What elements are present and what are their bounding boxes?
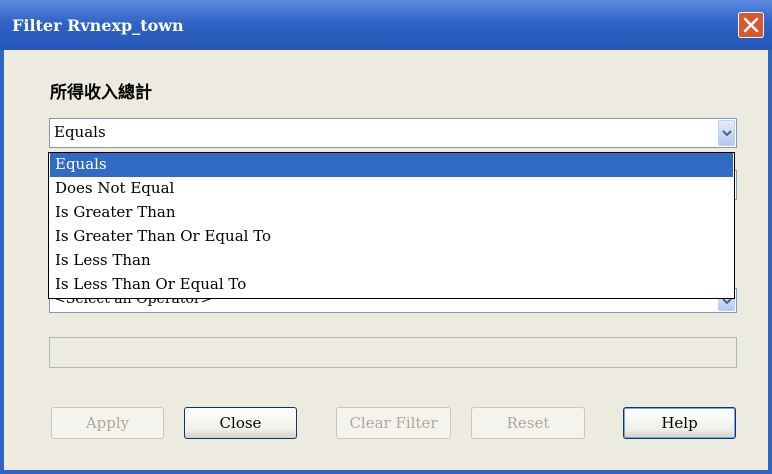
close-window-button[interactable]: [738, 12, 764, 38]
dropdown-option-less-than[interactable]: Is Less Than: [50, 249, 733, 273]
filter-dialog: Filter Rvnexp_town 所得收入總計 <Select an Ope…: [0, 0, 772, 474]
window-title: Filter Rvnexp_town: [12, 16, 184, 35]
close-icon: [743, 17, 759, 33]
dropdown-option-does-not-equal[interactable]: Does Not Equal: [50, 177, 733, 201]
operator-value: Equals: [54, 123, 106, 141]
title-bar[interactable]: Filter Rvnexp_town: [0, 0, 772, 50]
dropdown-option-equals[interactable]: Equals: [50, 153, 733, 177]
close-button[interactable]: Close: [184, 407, 297, 439]
clear-filter-button[interactable]: Clear Filter: [336, 407, 451, 439]
operator-dropdown-list: Equals Does Not Equal Is Greater Than Is…: [48, 152, 735, 299]
dropdown-option-greater-than[interactable]: Is Greater Than: [50, 201, 733, 225]
dropdown-option-less-or-equal[interactable]: Is Less Than Or Equal To: [50, 273, 733, 297]
dropdown-option-greater-or-equal[interactable]: Is Greater Than Or Equal To: [50, 225, 733, 249]
field-name-label: 所得收入總計: [50, 83, 152, 103]
help-button[interactable]: Help: [623, 407, 736, 439]
dialog-body: 所得收入總計 <Select an Operator> Equals Equal…: [4, 50, 768, 470]
operator-select[interactable]: Equals: [49, 118, 737, 148]
reset-button[interactable]: Reset: [471, 407, 585, 439]
chevron-down-icon: [722, 130, 732, 137]
operator-dropdown-button[interactable]: [718, 120, 735, 146]
second-value-input[interactable]: [49, 337, 737, 368]
apply-button[interactable]: Apply: [51, 407, 164, 439]
